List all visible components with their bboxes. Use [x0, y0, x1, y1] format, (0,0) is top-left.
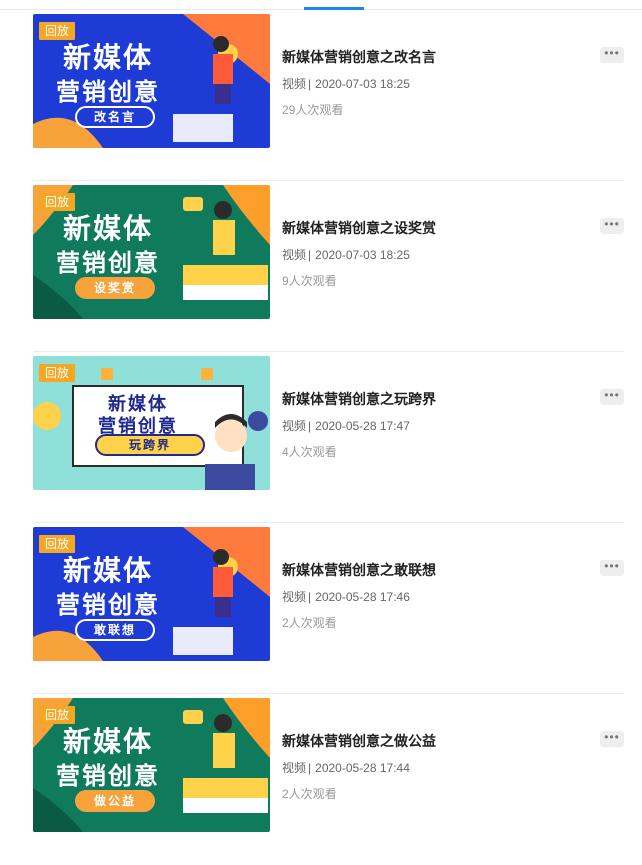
video-thumbnail[interactable]: 回放 新媒体 营销创意 设奖赏 — [33, 185, 270, 319]
meta-separator: | — [308, 590, 312, 604]
thumbnail-tag: 设奖赏 — [75, 277, 155, 299]
list-item[interactable]: 回放 新媒体 营销创意 改名言 新媒体营销创意之改名言 视频 | 2020-07-0… — [33, 10, 624, 181]
thumbnail-tag: 做公益 — [75, 790, 155, 812]
video-meta: 视频 | 2020-05-28 17:46 — [282, 588, 410, 605]
video-meta: 视频 | 2020-05-28 17:47 — [282, 417, 410, 434]
more-options-button[interactable]: ••• — [600, 218, 624, 234]
view-count: 2人次观看 — [282, 787, 337, 801]
more-options-button[interactable]: ••• — [600, 47, 624, 63]
thumbnail-subheadline: 营销创意 — [56, 763, 160, 790]
view-count: 9人次观看 — [282, 274, 337, 288]
view-count: 4人次观看 — [282, 445, 337, 459]
list-item[interactable]: 回放 新媒体 营销创意 做公益 新媒体营销创意之做公益 视频 | 2020-05-2… — [33, 694, 624, 865]
thumbnail-headline: 新媒体 — [62, 42, 153, 73]
meta-separator: | — [308, 419, 312, 433]
video-date: 2020-07-03 18:25 — [315, 77, 410, 91]
meta-separator: | — [308, 77, 312, 91]
replay-badge: 回放 — [39, 364, 76, 382]
video-type: 视频 — [282, 761, 307, 775]
list-item[interactable]: 回放 新媒体 营销创意 设奖赏 新媒体营销创意之设奖赏 视频 | 2020-07-0… — [33, 181, 624, 352]
list-item[interactable]: 回放 新媒体 营销创意 玩跨界 新媒体营销创意之玩跨界 视频 | 2020-05-2… — [33, 352, 624, 523]
video-date: 2020-07-03 18:25 — [315, 248, 410, 262]
video-thumbnail[interactable]: 回放 新媒体 营销创意 玩跨界 — [33, 356, 270, 490]
video-title[interactable]: 新媒体营销创意之改名言 — [282, 47, 436, 67]
video-thumbnail[interactable]: 回放 新媒体 营销创意 改名言 — [33, 14, 270, 148]
thumbnail-subheadline: 营销创意 — [56, 250, 160, 277]
video-meta: 视频 | 2020-07-03 18:25 — [282, 246, 410, 263]
thumbnail-subheadline: 营销创意 — [56, 592, 160, 619]
video-type: 视频 — [282, 419, 307, 433]
more-options-button[interactable]: ••• — [600, 731, 624, 747]
video-title[interactable]: 新媒体营销创意之做公益 — [282, 731, 436, 751]
meta-separator: | — [308, 248, 312, 262]
thumbnail-headline: 新媒体 — [62, 213, 153, 244]
video-date: 2020-05-28 17:44 — [315, 761, 410, 775]
video-date: 2020-05-28 17:47 — [315, 419, 410, 433]
video-title[interactable]: 新媒体营销创意之敢联想 — [282, 560, 436, 580]
thumbnail-tag: 玩跨界 — [95, 434, 205, 456]
more-options-button[interactable]: ••• — [600, 389, 624, 405]
thumbnail-headline: 新媒体 — [62, 555, 153, 586]
thumbnail-subheadline: 营销创意 — [56, 79, 160, 106]
list-item[interactable]: 回放 新媒体 营销创意 敢联想 新媒体营销创意之敢联想 视频 | 2020-05-2… — [33, 523, 624, 694]
thumbnail-tag: 敢联想 — [75, 619, 155, 641]
meta-separator: | — [308, 761, 312, 775]
more-options-button[interactable]: ••• — [600, 560, 624, 576]
video-type: 视频 — [282, 248, 307, 262]
video-type: 视频 — [282, 77, 307, 91]
video-title[interactable]: 新媒体营销创意之玩跨界 — [282, 389, 436, 409]
video-title[interactable]: 新媒体营销创意之设奖赏 — [282, 218, 436, 238]
video-meta: 视频 | 2020-07-03 18:25 — [282, 75, 410, 92]
view-count: 2人次观看 — [282, 616, 337, 630]
view-count: 29人次观看 — [282, 103, 344, 117]
thumbnail-headline: 新媒体 — [62, 726, 153, 757]
video-thumbnail[interactable]: 回放 新媒体 营销创意 做公益 — [33, 698, 270, 832]
thumbnail-tag: 改名言 — [75, 106, 155, 128]
video-thumbnail[interactable]: 回放 新媒体 营销创意 敢联想 — [33, 527, 270, 661]
video-date: 2020-05-28 17:46 — [315, 590, 410, 604]
video-meta: 视频 | 2020-05-28 17:44 — [282, 759, 410, 776]
video-type: 视频 — [282, 590, 307, 604]
top-tab-bar — [0, 0, 642, 10]
